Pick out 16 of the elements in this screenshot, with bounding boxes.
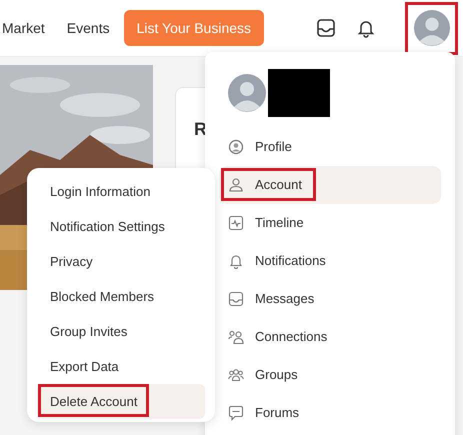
nav-link[interactable]: Events [66, 18, 110, 38]
avatar[interactable] [414, 10, 450, 46]
group-icon [228, 367, 244, 383]
pulse-icon [228, 215, 244, 231]
bell-icon [228, 253, 244, 269]
profile-icon [228, 139, 244, 155]
menu-item[interactable]: Delete Account [37, 384, 205, 419]
person-icon [228, 177, 244, 193]
redaction-block [268, 69, 330, 117]
inbox-icon[interactable] [316, 18, 336, 38]
chat-icon [228, 405, 244, 421]
menu-item[interactable]: Account [219, 166, 441, 204]
people-icon [228, 329, 244, 345]
nav-link[interactable]: Market [2, 18, 45, 38]
avatar [228, 74, 266, 112]
inbox-icon [228, 291, 244, 307]
